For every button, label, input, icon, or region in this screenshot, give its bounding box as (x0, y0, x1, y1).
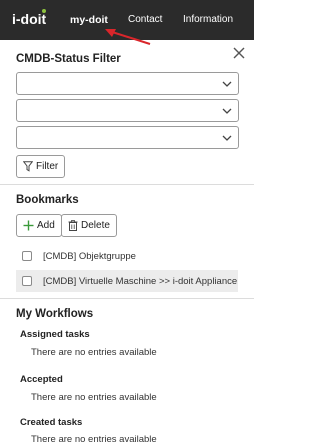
workflow-group-title: Assigned tasks (20, 329, 90, 340)
status-select-1[interactable] (16, 72, 239, 95)
workflow-empty-text: There are no entries available (31, 434, 157, 445)
bookmark-label[interactable]: [CMDB] Objektgruppe (43, 251, 136, 262)
close-icon[interactable] (232, 46, 246, 60)
status-select-2[interactable] (16, 99, 239, 122)
bookmarks-title: Bookmarks (16, 194, 79, 206)
section-divider (0, 298, 254, 299)
bookmark-label[interactable]: [CMDB] Virtuelle Maschine >> i-doit Appl… (43, 276, 237, 287)
workflow-group-title: Created tasks (20, 417, 83, 428)
trash-icon (68, 220, 78, 231)
logo-dot-icon (42, 9, 46, 13)
filter-button[interactable]: Filter (16, 155, 66, 178)
filter-button-label: Filter (36, 161, 59, 172)
add-bookmark-button[interactable]: Add (16, 214, 62, 237)
workflow-empty-text: There are no entries available (31, 347, 157, 358)
workflow-group-title: Accepted (20, 374, 63, 385)
section-divider (0, 184, 254, 185)
plus-icon (23, 220, 34, 231)
bookmark-item[interactable]: [CMDB] Objektgruppe (16, 245, 238, 267)
bookmark-item-highlighted[interactable]: [CMDB] Virtuelle Maschine >> i-doit Appl… (16, 270, 238, 292)
logo-text: i-doit (12, 11, 47, 27)
app-logo[interactable]: i-doit (12, 9, 47, 27)
nav-item-information[interactable]: Information (183, 14, 233, 25)
top-navigation-bar: i-doit my-doit Contact Information (0, 0, 254, 40)
delete-bookmark-button[interactable]: Delete (61, 214, 117, 237)
chevron-down-icon (222, 135, 232, 141)
nav-item-my-doit[interactable]: my-doit (70, 14, 108, 26)
add-bookmark-label: Add (37, 220, 55, 231)
status-filter-title: CMDB-Status Filter (16, 53, 121, 65)
bookmark-checkbox[interactable] (22, 251, 32, 261)
chevron-down-icon (222, 108, 232, 114)
delete-bookmark-label: Delete (81, 220, 110, 231)
chevron-down-icon (222, 81, 232, 87)
bookmark-checkbox[interactable] (22, 276, 32, 286)
workflow-empty-text: There are no entries available (31, 392, 157, 403)
funnel-icon (23, 161, 33, 172)
workflows-title: My Workflows (16, 308, 94, 320)
status-select-3[interactable] (16, 126, 239, 149)
nav-item-contact[interactable]: Contact (128, 14, 162, 25)
